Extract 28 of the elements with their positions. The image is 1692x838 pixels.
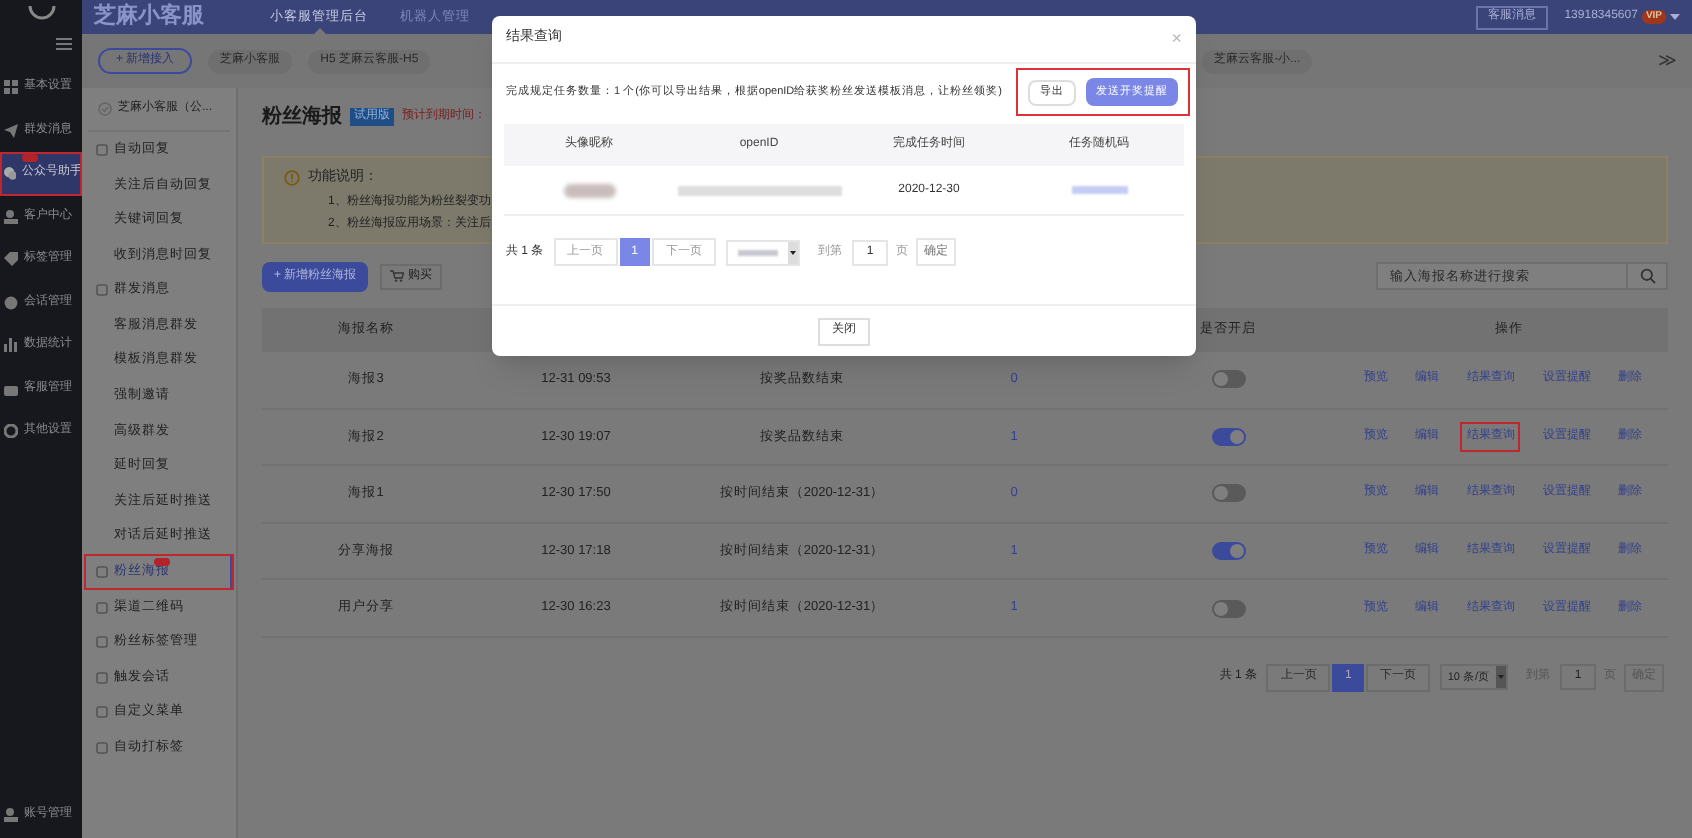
toggle-switch[interactable]: [1211, 542, 1245, 561]
warning-icon: [284, 170, 300, 187]
circle-icon: [4, 295, 18, 310]
dropdown-caret-icon: [788, 241, 799, 263]
caret-icon: [1670, 13, 1680, 21]
new-badge-icon: [154, 558, 170, 567]
user-icon: [4, 807, 18, 821]
app-logo: 芝麻小客服: [94, 1, 206, 33]
toggle-switch[interactable]: [1211, 427, 1245, 446]
toggle-switch[interactable]: [1211, 599, 1245, 618]
bar-chart-icon: [4, 338, 18, 353]
page-title: 粉丝海报: [262, 103, 342, 131]
check-circle-icon: [98, 102, 112, 116]
send-icon: [4, 123, 18, 138]
page-size-select[interactable]: [726, 239, 801, 265]
new-badge-icon: [22, 154, 38, 162]
menu-icon: [56, 38, 72, 50]
user-icon: [4, 209, 18, 224]
search-icon: [1639, 268, 1655, 284]
toggle-switch[interactable]: [1211, 370, 1245, 389]
more-tabs-button[interactable]: ≫: [1658, 47, 1676, 75]
cart-icon: [390, 270, 405, 282]
close-button[interactable]: ×: [1171, 25, 1182, 53]
redacted-avatar: [563, 183, 615, 197]
dropdown-caret-icon: [1496, 666, 1506, 689]
redacted-code: [1071, 186, 1127, 194]
search-button[interactable]: [1628, 262, 1668, 290]
toggle-switch[interactable]: [1211, 484, 1245, 503]
